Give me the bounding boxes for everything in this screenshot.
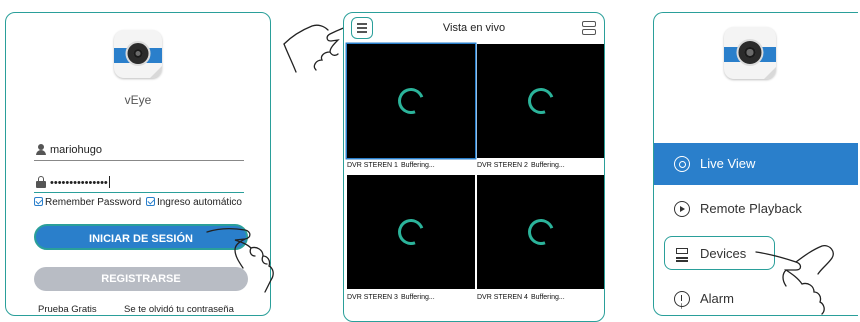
live-view-header: Vista en vivo <box>344 13 604 43</box>
menu-item-label: Alarm <box>700 291 734 306</box>
user-icon <box>36 144 46 155</box>
alarm-icon <box>674 291 690 307</box>
loading-spinner-icon <box>523 83 559 119</box>
camera-tile[interactable] <box>477 44 604 158</box>
menu-item-label: Live View <box>700 156 756 171</box>
veye-app-icon <box>724 27 776 79</box>
app-name: vEye <box>124 93 152 107</box>
loading-spinner-icon <box>523 214 559 250</box>
menu-item-live-view[interactable]: Live View <box>654 143 858 185</box>
remember-password-checkbox[interactable]: Remember Password <box>34 197 141 208</box>
loading-spinner-icon <box>393 214 429 250</box>
pointing-hand-devices-icon <box>755 245 834 315</box>
free-trial-link[interactable]: Prueba Gratis <box>38 304 97 315</box>
veye-app-icon <box>114 30 162 78</box>
menu-item-remote-playback[interactable]: Remote Playback <box>654 188 858 230</box>
auto-login-checkbox[interactable]: Ingreso automático <box>145 197 242 208</box>
split-view-icon[interactable] <box>582 21 596 35</box>
page-title: Vista en vivo <box>442 22 506 34</box>
menu-item-label: Devices <box>700 246 747 261</box>
lock-icon <box>36 176 46 188</box>
play-circle-icon <box>674 201 690 217</box>
camera-label: DVR STEREN 4 Buffering... <box>477 294 565 301</box>
pointing-hand-login-icon <box>206 228 274 293</box>
username-value: mariohugo <box>50 144 102 156</box>
camera-label: DVR STEREN 1 Buffering... <box>347 162 435 169</box>
live-view-screen: Vista en vivo DVR STEREN 1 Buffering... D… <box>343 12 605 322</box>
menu-item-label: Remote Playback <box>700 201 802 216</box>
live-view-icon <box>674 156 690 172</box>
camera-tile[interactable] <box>347 175 475 289</box>
password-value: ••••••••••••••• <box>50 176 110 189</box>
camera-tile[interactable] <box>477 175 604 289</box>
camera-tile[interactable] <box>347 44 475 158</box>
username-field[interactable]: mariohugo <box>34 141 244 161</box>
devices-icon <box>674 246 690 262</box>
loading-spinner-icon <box>393 83 429 119</box>
camera-label: DVR STEREN 2 Buffering... <box>477 162 565 169</box>
password-field[interactable]: ••••••••••••••• <box>34 173 244 193</box>
login-options: Remember Password Ingreso automático <box>34 197 244 208</box>
camera-label: DVR STEREN 3 Buffering... <box>347 294 435 301</box>
